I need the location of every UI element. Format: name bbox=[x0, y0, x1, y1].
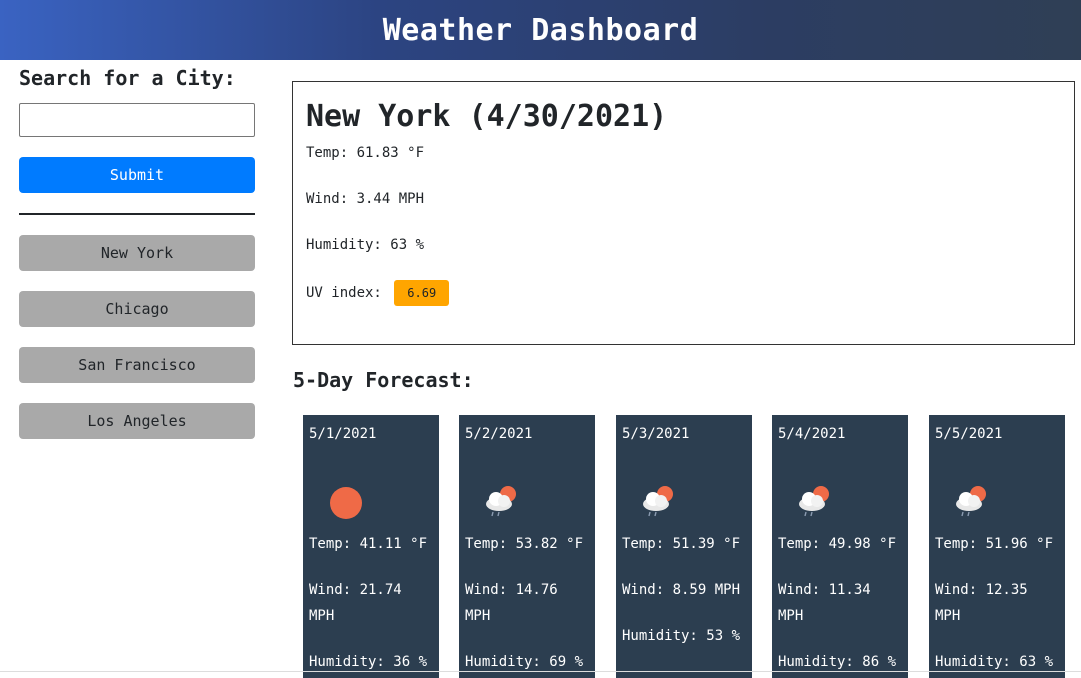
current-temp: Temp: 61.83 °F bbox=[306, 145, 425, 161]
forecast-humidity: Humidity: 53 % bbox=[622, 628, 741, 644]
current-uv-row: UV index: 6.69 bbox=[306, 280, 1061, 326]
forecast-card: 5/5/2021 Temp: 51.96 °F Wind: 12.35 MPH … bbox=[929, 415, 1065, 678]
forecast-temp: Temp: 51.96 °F bbox=[935, 536, 1054, 552]
sidebar-divider bbox=[19, 213, 255, 215]
forecast-temp: Temp: 41.11 °F bbox=[309, 536, 428, 552]
forecast-title: 5-Day Forecast: bbox=[293, 368, 474, 392]
forecast-card: 5/1/2021 Temp: 41.11 °F Wind: 21.74 MPH … bbox=[303, 415, 439, 678]
forecast-date: 5/4/2021 bbox=[778, 426, 846, 442]
forecast-wind: Wind: 11.34 MPH bbox=[778, 582, 871, 624]
forecast-date: 5/3/2021 bbox=[622, 426, 690, 442]
history-item-los-angeles[interactable]: Los Angeles bbox=[19, 403, 255, 439]
history-item-san-francisco[interactable]: San Francisco bbox=[19, 347, 255, 383]
forecast-wind: Wind: 14.76 MPH bbox=[465, 582, 558, 624]
forecast-date: 5/1/2021 bbox=[309, 426, 377, 442]
search-label: Search for a City: bbox=[19, 66, 236, 90]
forecast-card: 5/2/2021 Temp: 53.82 °F Wind: 14.76 MPH … bbox=[459, 415, 595, 678]
search-history: New York Chicago San Francisco Los Angel… bbox=[19, 235, 255, 439]
sun-icon bbox=[321, 477, 369, 525]
current-humidity: Humidity: 63 % bbox=[306, 237, 425, 253]
current-wind: Wind: 3.44 MPH bbox=[306, 191, 425, 207]
app-header: Weather Dashboard bbox=[0, 0, 1081, 60]
forecast-row: 5/1/2021 Temp: 41.11 °F Wind: 21.74 MPH … bbox=[303, 415, 1065, 678]
forecast-date: 5/2/2021 bbox=[465, 426, 533, 442]
history-item-new-york[interactable]: New York bbox=[19, 235, 255, 271]
forecast-card: 5/3/2021 Temp: 51.39 °F Wind: 8.59 MPH H… bbox=[616, 415, 752, 678]
forecast-wind: Wind: 21.74 MPH bbox=[309, 582, 402, 624]
forecast-card: 5/4/2021 Temp: 49.98 °F Wind: 11.34 MPH … bbox=[772, 415, 908, 678]
forecast-date: 5/5/2021 bbox=[935, 426, 1003, 442]
current-city-date: New York (4/30/2021) bbox=[306, 99, 668, 134]
submit-button[interactable]: Submit bbox=[19, 157, 255, 193]
current-weather-panel: New York (4/30/2021) Temp: 61.83 °F Wind… bbox=[292, 81, 1075, 345]
page-bottom-divider bbox=[0, 671, 1081, 672]
forecast-wind: Wind: 12.35 MPH bbox=[935, 582, 1028, 624]
cloud-sun-rain-icon bbox=[477, 477, 525, 525]
uv-label: UV index: bbox=[306, 285, 382, 301]
forecast-temp: Temp: 49.98 °F bbox=[778, 536, 897, 552]
cloud-sun-rain-icon bbox=[790, 477, 838, 525]
forecast-temp: Temp: 53.82 °F bbox=[465, 536, 584, 552]
forecast-wind: Wind: 8.59 MPH bbox=[622, 582, 741, 598]
page-title: Weather Dashboard bbox=[382, 12, 699, 48]
cloud-sun-rain-icon bbox=[634, 477, 682, 525]
forecast-temp: Temp: 51.39 °F bbox=[622, 536, 741, 552]
history-item-chicago[interactable]: Chicago bbox=[19, 291, 255, 327]
sidebar: Search for a City: Submit New York Chica… bbox=[19, 62, 255, 459]
cloud-sun-rain-icon bbox=[947, 477, 995, 525]
uv-index-badge: 6.69 bbox=[394, 280, 450, 306]
city-search-input[interactable] bbox=[19, 103, 255, 137]
